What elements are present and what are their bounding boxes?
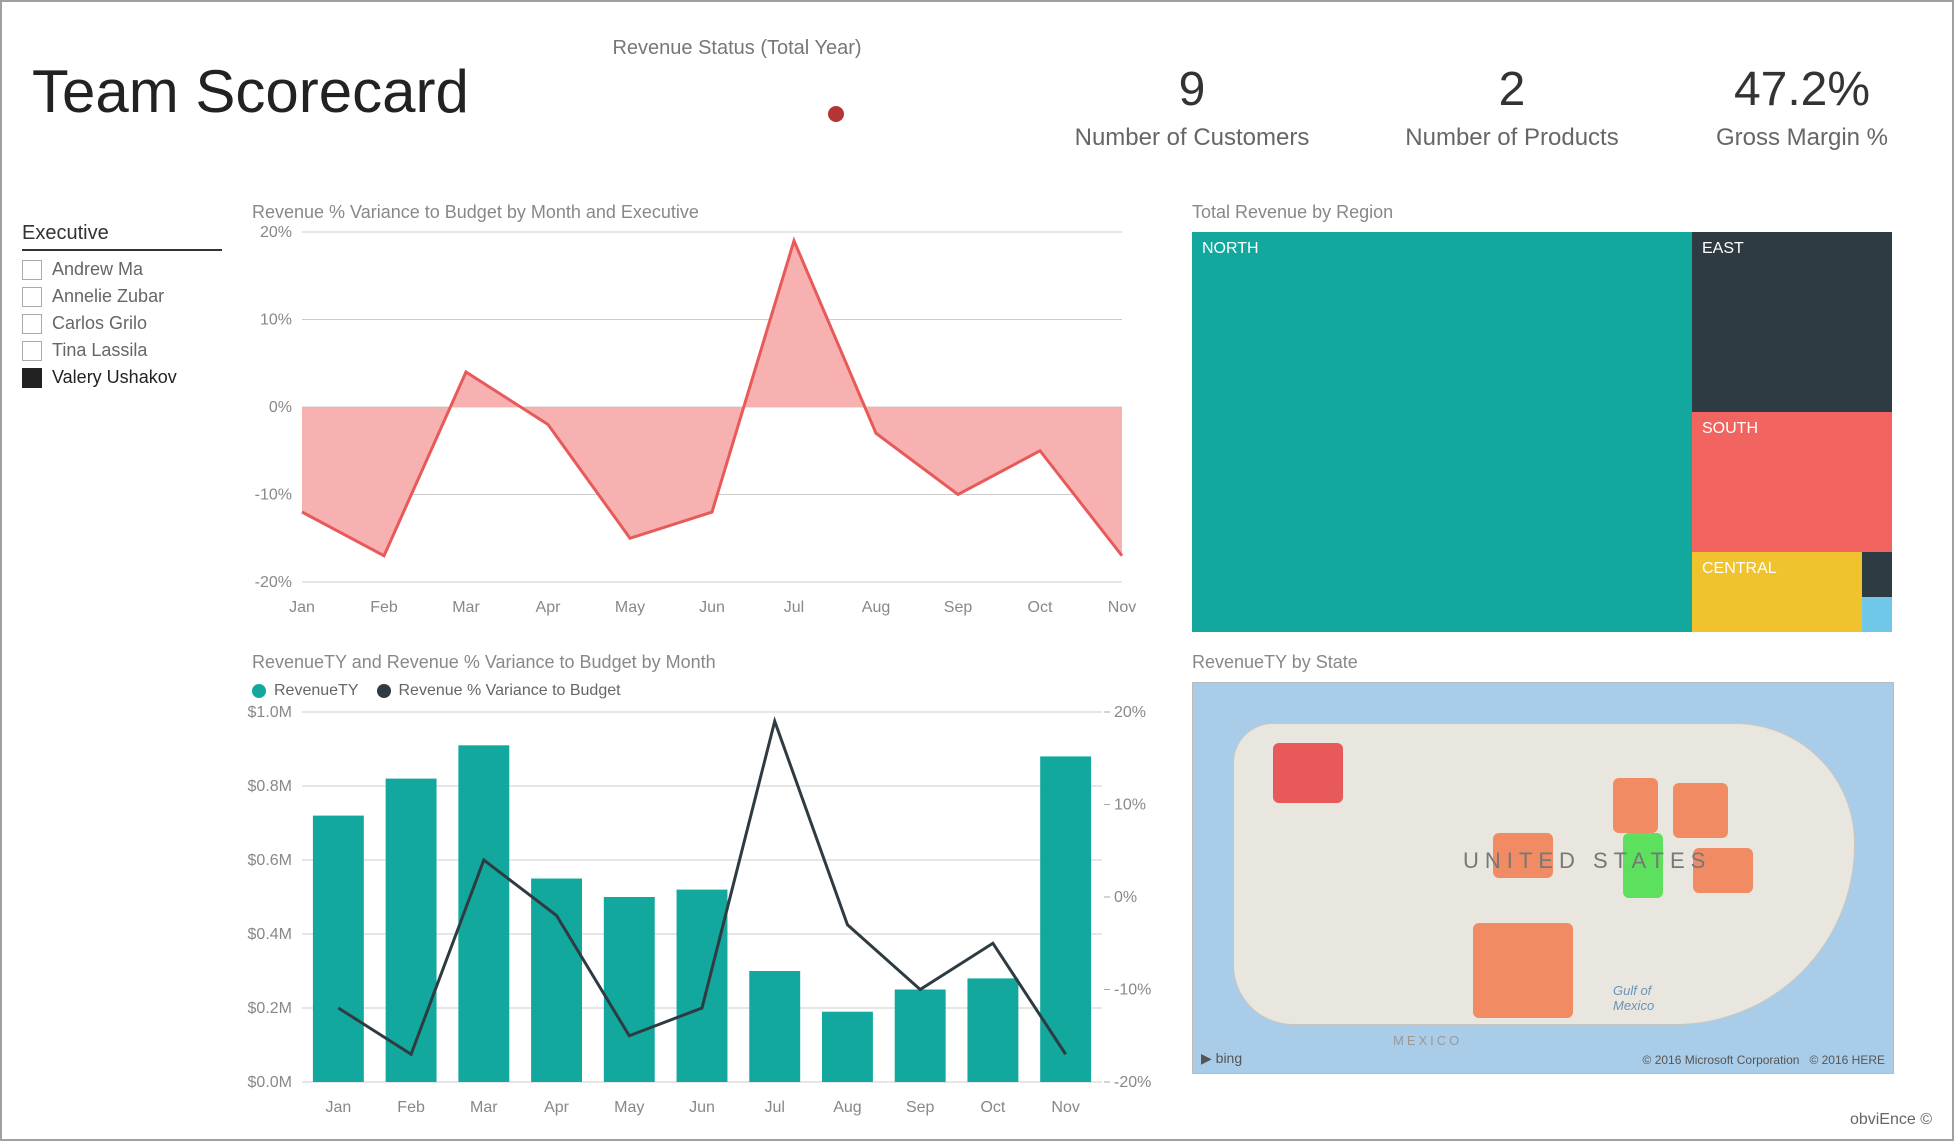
svg-text:Feb: Feb [370,599,398,616]
svg-text:Feb: Feb [397,1099,425,1116]
svg-text:-20%: -20% [255,574,292,591]
slicer-item-label: Annelie Zubar [52,286,164,307]
svg-text:$0.8M: $0.8M [248,778,292,795]
treemap-cell-east[interactable]: EAST [1692,232,1892,412]
treemap-cell-north[interactable]: NORTH [1192,232,1692,632]
svg-text:10%: 10% [1114,797,1146,814]
svg-text:Oct: Oct [980,1099,1005,1116]
area-chart[interactable]: -20% -10% 0% 10% 20% Jan Feb Mar Apr May Jun Jul Aug… [232,222,1142,622]
svg-text:20%: 20% [260,224,292,241]
svg-text:Jun: Jun [699,599,725,616]
kpi-products-label: Number of Products [1362,124,1662,152]
map-state-mi [1673,783,1728,838]
executive-slicer: Executive Andrew Ma Annelie Zubar Carlos… [22,222,222,394]
svg-text:-10%: -10% [1114,982,1151,999]
svg-text:-20%: -20% [1114,1074,1151,1091]
svg-text:$0.2M: $0.2M [248,1000,292,1017]
svg-text:$1.0M: $1.0M [248,704,292,721]
svg-text:$0.6M: $0.6M [248,852,292,869]
revenue-status-icon [828,106,844,122]
page-title: Team Scorecard [32,57,469,126]
svg-text:20%: 20% [1114,704,1146,721]
bing-text: bing [1216,1050,1242,1066]
treemap-cell-other1[interactable] [1862,552,1892,597]
map-gulf-label: Gulf of Mexico [1613,983,1654,1013]
map-country-label: UNITED STATES [1463,848,1711,874]
slicer-item[interactable]: Annelie Zubar [22,286,222,307]
area-chart-title: Revenue % Variance to Budget by Month an… [252,202,699,223]
checkbox-icon [22,260,42,280]
svg-text:Apr: Apr [544,1099,570,1116]
map-title: RevenueTY by State [1192,652,1358,673]
revenue-status-label: Revenue Status (Total Year) [587,37,887,60]
svg-text:Sep: Sep [906,1099,935,1116]
svg-text:Jan: Jan [289,599,315,616]
svg-text:$0.4M: $0.4M [248,926,292,943]
checkbox-icon [22,341,42,361]
svg-text:Aug: Aug [862,599,890,616]
treemap-label: SOUTH [1702,420,1758,437]
treemap-chart[interactable]: NORTH EAST SOUTH CENTRAL [1192,232,1892,632]
checkbox-icon [22,287,42,307]
dashboard: Team Scorecard Revenue Status (Total Yea… [0,0,1954,1141]
combo-chart-title: RevenueTY and Revenue % Variance to Budg… [252,652,716,673]
svg-text:Mar: Mar [452,599,480,616]
treemap-title: Total Revenue by Region [1192,202,1393,223]
slicer-item[interactable]: Andrew Ma [22,259,222,280]
legend-color-icon [252,684,266,698]
svg-text:Jan: Jan [325,1099,351,1116]
svg-text:Nov: Nov [1108,599,1136,616]
svg-text:Apr: Apr [536,599,562,616]
map-chart[interactable]: UNITED STATES Gulf of Mexico MEXICO ▶ bi… [1192,682,1894,1074]
slicer-item-label: Tina Lassila [52,340,147,361]
kpi-customers-label: Number of Customers [1042,124,1342,152]
svg-text:Sep: Sep [944,599,973,616]
svg-text:$0.0M: $0.0M [248,1074,292,1091]
map-state-wi [1613,778,1658,833]
kpi-products-value: 2 [1362,62,1662,117]
legend-a: RevenueTY [274,682,359,700]
checkbox-icon [22,314,42,334]
treemap-label: EAST [1702,240,1744,257]
legend-color-icon [377,684,391,698]
treemap-label: CENTRAL [1702,560,1777,577]
map-state-wa [1273,743,1343,803]
svg-text:Jun: Jun [689,1099,715,1116]
map-mexico-label: MEXICO [1393,1033,1462,1048]
svg-text:Aug: Aug [833,1099,861,1116]
svg-text:Jul: Jul [765,1099,785,1116]
kpi-margin-label: Gross Margin % [1652,124,1952,152]
map-state-tx [1473,923,1573,1018]
treemap-cell-central[interactable]: CENTRAL [1692,552,1862,632]
bing-logo: ▶ bing [1201,1050,1242,1067]
svg-text:10%: 10% [260,312,292,329]
slicer-item[interactable]: Tina Lassila [22,340,222,361]
svg-text:Nov: Nov [1051,1099,1079,1116]
svg-text:Mar: Mar [470,1099,498,1116]
svg-text:Oct: Oct [1028,599,1053,616]
slicer-item-label: Carlos Grilo [52,313,147,334]
slicer-item-label: Valery Ushakov [52,367,177,388]
svg-text:Jul: Jul [784,599,804,616]
svg-text:-10%: -10% [255,487,292,504]
kpi-margin-value: 47.2% [1652,62,1952,117]
slicer-item-label: Andrew Ma [52,259,143,280]
treemap-cell-other2[interactable] [1862,597,1892,632]
legend-b: Revenue % Variance to Budget [399,682,621,700]
svg-text:0%: 0% [1114,889,1137,906]
map-credits: © 2016 Microsoft Corporation © 2016 HERE [1643,1053,1885,1067]
svg-text:0%: 0% [269,399,292,416]
slicer-item[interactable]: Carlos Grilo [22,313,222,334]
slicer-title: Executive [22,222,222,251]
svg-text:May: May [615,599,645,616]
treemap-cell-south[interactable]: SOUTH [1692,412,1892,552]
combo-legend: RevenueTY Revenue % Variance to Budget [252,682,621,700]
treemap-label: NORTH [1202,240,1259,257]
kpi-customers-value: 9 [1042,62,1342,117]
svg-text:May: May [614,1099,644,1116]
checkbox-icon [22,368,42,388]
combo-chart[interactable]: $0.0M $0.2M $0.4M $0.6M $0.8M $1.0M -20% -10% 0%… [222,702,1182,1122]
slicer-item[interactable]: Valery Ushakov [22,367,222,388]
footer-credit: obviEnce © [1850,1111,1932,1129]
